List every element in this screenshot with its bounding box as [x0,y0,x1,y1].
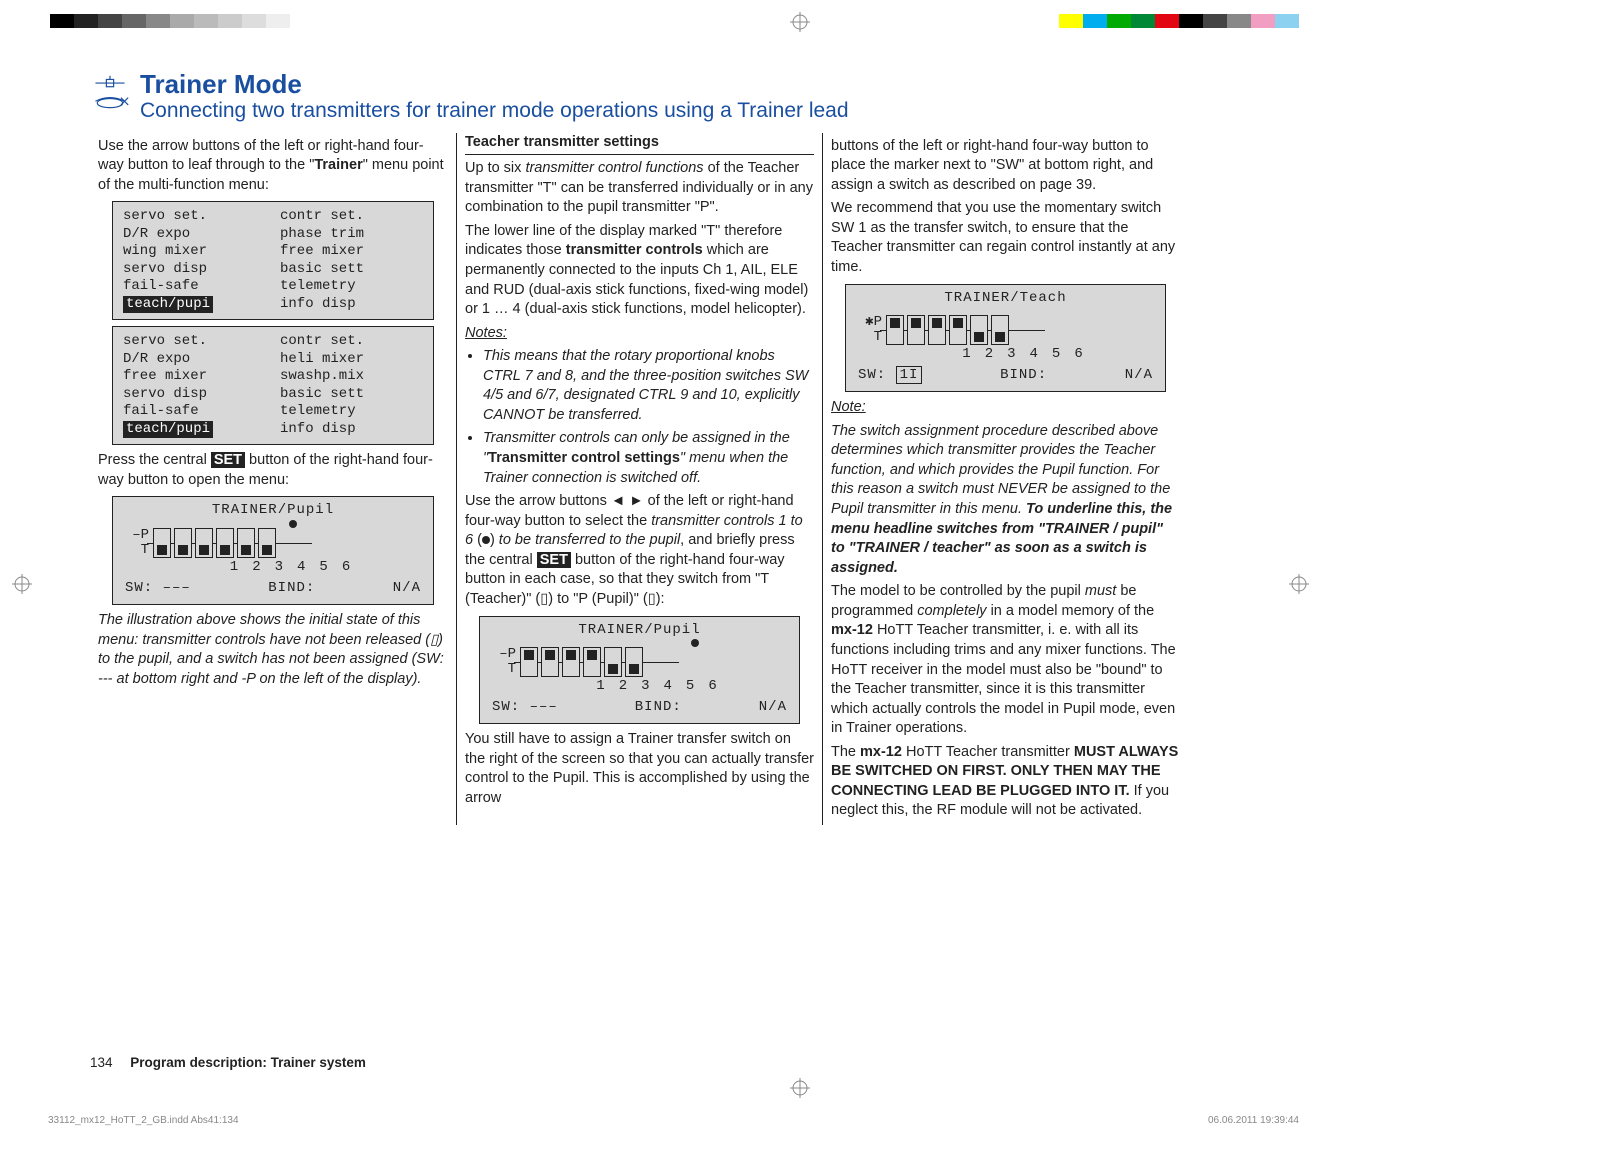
channel-switch-icon [604,647,622,677]
sw-value: 1I [896,366,923,384]
notes-heading: Notes: [465,325,507,341]
note-heading: Note: [831,399,866,415]
body-text: The mx-12 HoTT Teacher transmitter MUST … [831,743,1180,821]
screen-title: TRAINER/Teach [852,289,1159,308]
channel-switch-icon [949,315,967,345]
channel-switch-icon [907,315,925,345]
switch-glyph-icon: ▯ [648,591,656,607]
page-footer: 134 Program description: Trainer system [90,1055,366,1070]
notes-list: This means that the rotary proportional … [465,347,814,488]
bind-status: N/A [759,698,787,717]
menu-selected-item: teach/pupi [123,421,213,439]
channel-switch-icon [216,528,234,558]
list-item: This means that the rotary proportional … [483,347,814,425]
cursor-dot-icon [482,536,490,544]
aircraft-type-icon [90,74,130,114]
trainer-pupil-screen-initial: TRAINER/Pupil –P T [112,496,434,605]
channel-switch-icon [258,528,276,558]
registration-mark-icon [12,574,32,594]
channel-switch-icon [991,315,1009,345]
column-2: Teacher transmitter settings Up to six t… [456,133,822,825]
registration-mark-icon [1289,574,1309,594]
trainer-teach-screen: TRAINER/Teach ✱P T [845,284,1166,393]
channel-switch-icon [174,528,192,558]
section-heading: Teacher transmitter settings [465,133,814,156]
channel-switch-icon [237,528,255,558]
body-text: You still have to assign a Trainer trans… [465,730,814,808]
channel-switch-icon [970,315,988,345]
note-body: The switch assignment procedure describe… [831,422,1180,579]
cursor-dot-icon [691,639,699,647]
body-text: Use the arrow buttons ◄ ► of the left or… [465,492,814,609]
channel-switch-icon [562,647,580,677]
channel-switch-icon [886,315,904,345]
channel-switch-icon [625,647,643,677]
channel-switch-icon [153,528,171,558]
screen-caption: The illustration above shows the initial… [98,611,448,689]
channel-switch-icon [541,647,559,677]
page-number: 134 [90,1055,113,1070]
bind-status: N/A [1125,366,1153,385]
bind-label: BIND: [1000,366,1047,385]
channel-switch-icon [928,315,946,345]
sw-status: SW: ––– [492,698,558,717]
cursor-dot-icon [289,520,297,528]
column-3: buttons of the left or right-hand four-w… [822,133,1188,825]
body-text: Up to six transmitter control functions … [465,159,814,218]
body-text: buttons of the left or right-hand four-w… [831,137,1180,196]
bind-label: BIND: [635,698,682,717]
press-set-text: Press the central SET button of the righ… [98,451,448,490]
menu-selected-item: teach/pupi [123,296,213,314]
registration-mark-icon [790,12,810,32]
indd-file: 33112_mx12_HoTT_2_GB.indd Abs41:134 [48,1115,239,1126]
intro-text: Use the arrow buttons of the left or rig… [98,137,448,196]
list-item: Transmitter controls can only be assigne… [483,429,814,488]
body-text: The model to be controlled by the pupil … [831,582,1180,739]
sw-status: SW: ––– [125,579,191,598]
channel-switch-icon [520,647,538,677]
color-bar-left [50,14,290,28]
sw-label: SW: [858,367,886,383]
footer-title: Program description: Trainer system [130,1055,366,1070]
page-content: Trainer Mode Connecting two transmitters… [90,70,1199,1070]
registration-mark-icon [790,1078,810,1098]
menu-screenshot-fixedwing: servo set.contr set. D/R expophase trim … [112,201,434,320]
menu-screenshot-heli: servo set.contr set. D/R expoheli mixer … [112,326,434,445]
body-columns: Use the arrow buttons of the left or rig… [90,133,1199,825]
screen-title: TRAINER/Pupil [119,501,427,520]
bind-status: N/A [393,579,421,598]
column-1: Use the arrow buttons of the left or rig… [90,133,456,825]
body-text: We recommend that you use the momentary … [831,199,1180,277]
indesign-slug: 33112_mx12_HoTT_2_GB.indd Abs41:134 06.0… [48,1115,1299,1126]
page-subtitle: Connecting two transmitters for trainer … [140,99,849,123]
color-bar-right [1059,14,1299,28]
page-title: Trainer Mode [140,70,849,99]
set-button-label: SET [211,452,245,468]
channel-switch-icon [583,647,601,677]
bind-label: BIND: [268,579,315,598]
page-header: Trainer Mode Connecting two transmitters… [90,70,1199,123]
body-text: The lower line of the display marked "T"… [465,222,814,320]
trainer-pupil-screen-assigned: TRAINER/Pupil –P T [479,616,800,725]
set-button-label: SET [537,552,571,568]
indd-timestamp: 06.06.2011 19:39:44 [1208,1115,1299,1126]
channel-switch-icon [195,528,213,558]
switch-glyph-icon: ▯ [430,632,438,648]
screen-title: TRAINER/Pupil [486,621,793,640]
